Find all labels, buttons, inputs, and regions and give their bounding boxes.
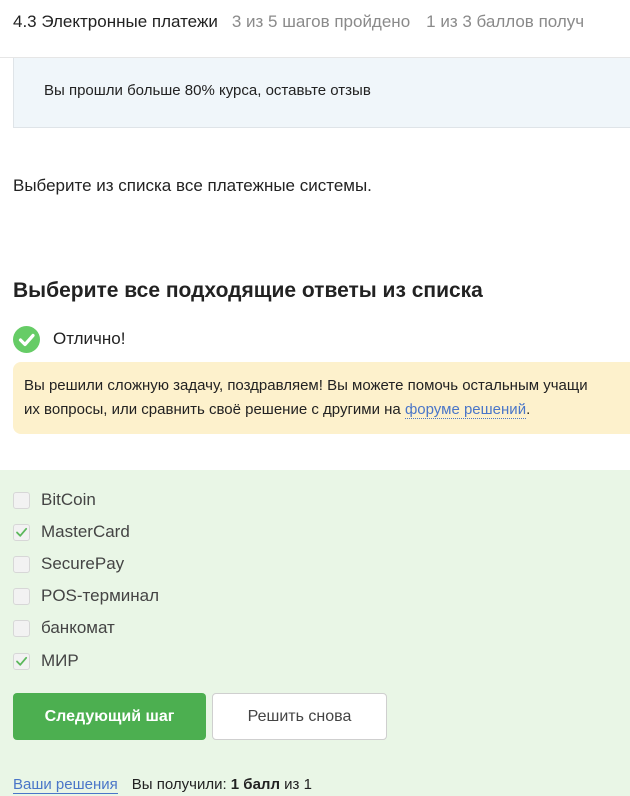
result-status: Отлично! [13,325,125,353]
hint-text: Вы решили сложную задачу, поздравляем! В… [24,374,588,422]
score-value: 1 балл [230,776,280,793]
score-suffix: из 1 [279,776,312,793]
hint-line-2-suffix: . [526,401,531,418]
option-pos-terminal[interactable]: POS-терминал [13,585,159,607]
checkbox-unchecked[interactable] [13,491,30,509]
option-bitcoin[interactable]: BitCoin [13,489,96,511]
option-label: SecurePay [41,554,125,573]
hint-box: Вы решили сложную задачу, поздравляем! В… [13,362,630,434]
solutions-forum-link[interactable]: форуме решений [404,401,527,419]
option-mastercard[interactable]: MasterCard [13,521,130,543]
option-label: банкомат [41,618,115,637]
answers-heading: Выберите все подходящие ответы из списка [13,279,483,302]
step-page: 4.3 Электронные платежи 3 из 5 шагов прой… [0,0,630,796]
question-text: Выберите из списка все платежные системы… [13,176,372,195]
score-prefix: Вы получили: [131,776,231,793]
review-banner-text[interactable]: Вы прошли больше 80% курса, оставьте отз… [44,82,371,99]
checkmark-icon [16,527,28,537]
submission-footer: Ваши решения Вы получили: 1 балл из 1 [13,776,312,794]
review-banner[interactable]: Вы прошли больше 80% курса, оставьте отз… [13,58,630,128]
score-progress: 1 из 3 баллов получ [426,12,585,31]
checkbox-checked[interactable] [13,652,30,670]
checkbox-checked[interactable] [13,523,30,541]
option-atm[interactable]: банкомат [13,617,115,639]
retry-button[interactable]: Решить снова [212,693,387,740]
option-label: POS-терминал [41,586,160,605]
lesson-title[interactable]: 4.3 Электронные платежи [13,12,218,31]
hint-line-2-prefix: их вопросы, или сравнить своё решение с … [24,401,405,418]
checkmark-icon [16,656,28,666]
option-label: MasterCard [41,522,130,541]
lesson-header: 4.3 Электронные платежи 3 из 5 шагов прой… [13,8,584,36]
option-label: МИР [41,651,79,670]
checkbox-unchecked[interactable] [13,587,30,605]
checkbox-unchecked[interactable] [13,555,30,573]
option-mir[interactable]: МИР [13,650,79,672]
hint-line-1: Вы решили сложную задачу, поздравляем! В… [24,377,588,394]
your-solutions-link[interactable]: Ваши решения [13,776,118,794]
next-step-button[interactable]: Следующий шаг [13,693,206,740]
steps-progress: 3 из 5 шагов пройдено [231,12,411,31]
option-securepay[interactable]: SecurePay [13,553,124,575]
check-circle-icon [13,325,40,353]
checkbox-unchecked[interactable] [13,619,30,637]
status-text: Отлично! [53,329,126,348]
option-label: BitCoin [41,490,96,509]
